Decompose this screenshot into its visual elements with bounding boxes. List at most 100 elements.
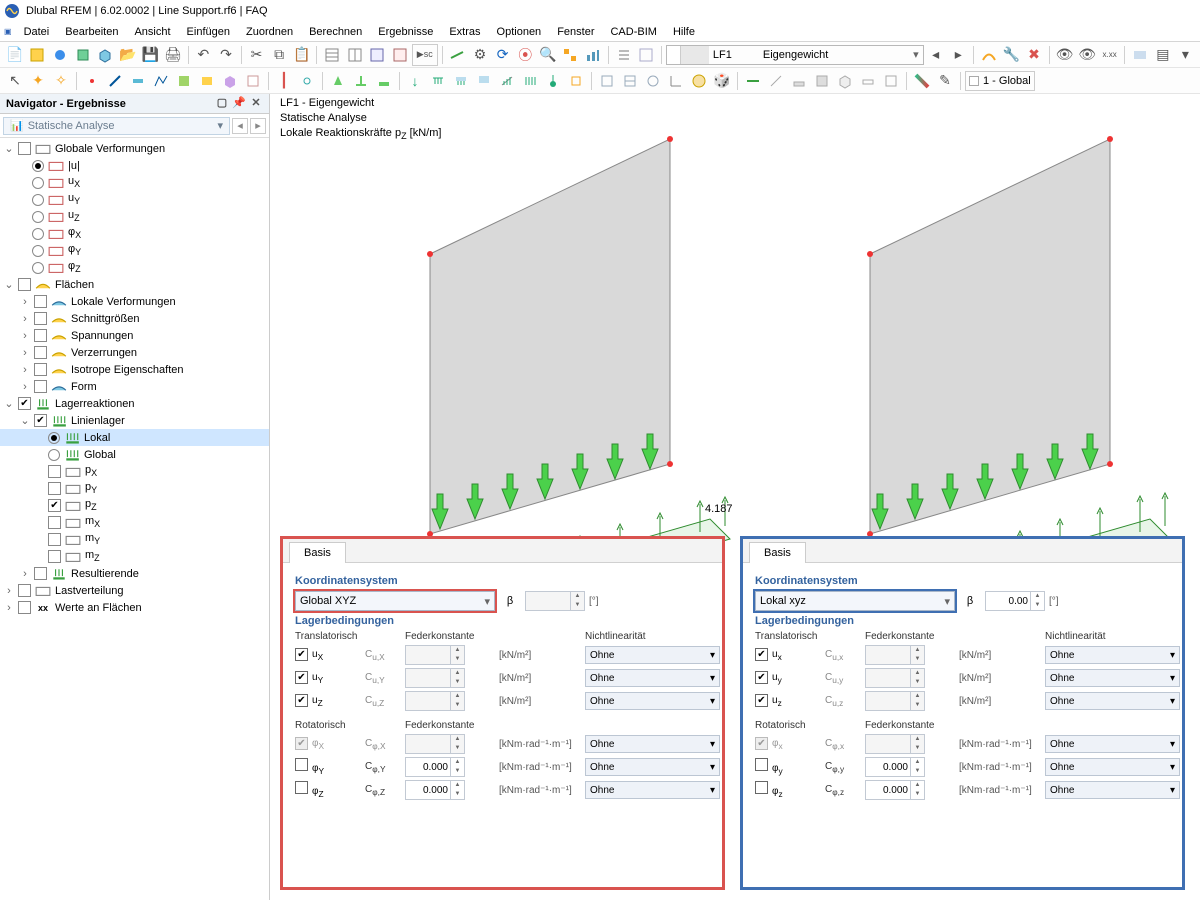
tb-tree-icon[interactable]: [560, 44, 582, 66]
tree-mz[interactable]: mZ: [0, 548, 269, 565]
tb-grid-icon[interactable]: [635, 44, 657, 66]
tb-block-icon[interactable]: [72, 44, 94, 66]
menu-fenster[interactable]: Fenster: [549, 23, 602, 41]
tab-basis-2[interactable]: Basis: [749, 542, 806, 563]
tb2-node-icon[interactable]: [81, 70, 103, 92]
tb2-mesh6-icon[interactable]: [880, 70, 902, 92]
tb2-load5-icon[interactable]: [496, 70, 518, 92]
tb2-star-icon[interactable]: ✦: [27, 70, 49, 92]
tb-undo-icon[interactable]: ↶: [193, 44, 215, 66]
coord-combo-local[interactable]: Lokal xyz▾: [755, 591, 955, 611]
nav-prev-icon[interactable]: ◂: [232, 118, 248, 134]
tb-eye1-icon[interactable]: 👁: [1054, 44, 1076, 66]
beta-input-2[interactable]: 0.00▲▼: [985, 591, 1045, 611]
tb2-color-icon[interactable]: [911, 70, 933, 92]
tb-next-icon[interactable]: ▸: [947, 44, 969, 66]
tb-wizard-icon[interactable]: [27, 44, 49, 66]
cb-phx[interactable]: φX: [295, 737, 365, 751]
tb-search-icon[interactable]: 🔍: [537, 44, 559, 66]
tb2-load3-icon[interactable]: [450, 70, 472, 92]
tree-fm[interactable]: ›Form: [0, 378, 269, 395]
tb-check-icon[interactable]: [447, 44, 469, 66]
tree-mx[interactable]: mX: [0, 514, 269, 531]
tb2-wire-icon[interactable]: [742, 70, 764, 92]
nl-phz[interactable]: Ohne▾: [585, 781, 720, 799]
cb-phz[interactable]: φZ: [295, 781, 365, 799]
tb-xxx-icon[interactable]: x.xx: [1099, 44, 1121, 66]
tb-table2-icon[interactable]: [344, 44, 366, 66]
tree-lokal[interactable]: Lokal: [0, 429, 269, 446]
tb2-load6-icon[interactable]: [519, 70, 541, 92]
nl-ux-l[interactable]: Ohne▾: [1045, 646, 1180, 664]
tb-layers-icon[interactable]: [1129, 44, 1151, 66]
menu-zuordnen[interactable]: Zuordnen: [238, 23, 301, 41]
tree-lagerreaktionen[interactable]: ⌄ Lagerreaktionen: [0, 395, 269, 412]
cb-uy[interactable]: uY: [295, 671, 365, 685]
tb2-poly-icon[interactable]: [150, 70, 172, 92]
tb-globe-icon[interactable]: ⦿: [514, 44, 536, 66]
tb2-mesh1-icon[interactable]: [765, 70, 787, 92]
tree-werte[interactable]: ›xxWerte an Flächen: [0, 599, 269, 616]
tb2-shell-icon[interactable]: [196, 70, 218, 92]
tb2-dice-icon[interactable]: 🎲: [711, 70, 733, 92]
nl-uy-l[interactable]: Ohne▾: [1045, 669, 1180, 687]
tab-basis[interactable]: Basis: [289, 542, 346, 563]
cb-uy-l[interactable]: uy: [755, 671, 825, 685]
nl-ux[interactable]: Ohne▾: [585, 646, 720, 664]
menu-optionen[interactable]: Optionen: [489, 23, 550, 41]
tree-sg[interactable]: ›Schnittgrößen: [0, 310, 269, 327]
tb2-mesh5-icon[interactable]: [857, 70, 879, 92]
tb2-dim2-icon[interactable]: [619, 70, 641, 92]
tree-ie[interactable]: ›Isotrope Eigenschaften: [0, 361, 269, 378]
coord-combo-global[interactable]: Global XYZ▾: [295, 591, 495, 611]
tree-py[interactable]: pY: [0, 480, 269, 497]
tb-align-icon[interactable]: [613, 44, 635, 66]
nl-phx-l[interactable]: Ohne▾: [1045, 735, 1180, 753]
tree-phy[interactable]: φY: [0, 242, 269, 259]
menu-ansicht[interactable]: Ansicht: [126, 23, 178, 41]
tree-sp[interactable]: ›Spannungen: [0, 327, 269, 344]
tb2-cursor-icon[interactable]: ↖: [4, 70, 26, 92]
cb-phy-l[interactable]: φy: [755, 758, 825, 776]
tb2-mesh2-icon[interactable]: [788, 70, 810, 92]
tree-pz[interactable]: pZ: [0, 497, 269, 514]
tb-eye2-icon[interactable]: 👁: [1076, 44, 1098, 66]
tb-pin-icon[interactable]: ✖: [1023, 44, 1045, 66]
tb-cube-icon[interactable]: [94, 44, 116, 66]
nl-uy[interactable]: Ohne▾: [585, 669, 720, 687]
load-case-selector[interactable]: LF1 Eigengewicht ▾: [666, 45, 924, 65]
cb-uz-l[interactable]: uz: [755, 694, 825, 708]
cb-phy[interactable]: φY: [295, 758, 365, 776]
menu-cadbim[interactable]: CAD-BIM: [602, 23, 664, 41]
nl-phy-l[interactable]: Ohne▾: [1045, 758, 1180, 776]
tb2-mesh4-icon[interactable]: [834, 70, 856, 92]
tb2-sphere-icon[interactable]: [688, 70, 710, 92]
menu-berechnen[interactable]: Berechnen: [301, 23, 370, 41]
tb2-hinge-icon[interactable]: [296, 70, 318, 92]
navigator-close-icon[interactable]: ✕: [249, 97, 263, 111]
tb2-axis-icon[interactable]: [665, 70, 687, 92]
tree-ux[interactable]: uX: [0, 174, 269, 191]
cb-phz-l[interactable]: φz: [755, 781, 825, 799]
viewport[interactable]: LF1 - Eigengewicht Statische Analyse Lok…: [270, 94, 1200, 900]
tb2-dim3-icon[interactable]: [642, 70, 664, 92]
tb-prev-icon[interactable]: ◂: [925, 44, 947, 66]
tree-vz[interactable]: ›Verzerrungen: [0, 344, 269, 361]
tb2-solid-icon[interactable]: [219, 70, 241, 92]
tb-save-icon[interactable]: 💾: [139, 44, 161, 66]
navigator-float-icon[interactable]: ▢: [215, 97, 229, 111]
tb2-line-icon[interactable]: [104, 70, 126, 92]
tree-lv[interactable]: ›Lokale Verformungen: [0, 293, 269, 310]
nl-phy[interactable]: Ohne▾: [585, 758, 720, 776]
menu-ergebnisse[interactable]: Ergebnisse: [370, 23, 441, 41]
tree-linienlager[interactable]: ⌄ Linienlager: [0, 412, 269, 429]
menu-hilfe[interactable]: Hilfe: [665, 23, 703, 41]
tb2-load8-icon[interactable]: [565, 70, 587, 92]
menu-datei[interactable]: Datei: [16, 23, 58, 41]
cb-uz[interactable]: uZ: [295, 694, 365, 708]
tb-more-icon[interactable]: ▤: [1152, 44, 1174, 66]
tb-cut-icon[interactable]: ✂: [246, 44, 268, 66]
tree-u[interactable]: |u|: [0, 157, 269, 174]
tb2-load7-icon[interactable]: [542, 70, 564, 92]
menu-einfuegen[interactable]: Einfügen: [179, 23, 238, 41]
